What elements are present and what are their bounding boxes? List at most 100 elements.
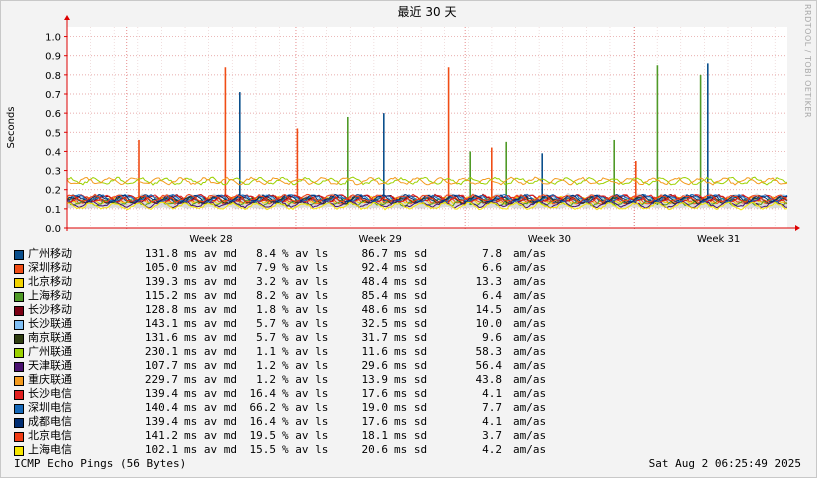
median-rtt-unit: ms av md — [184, 247, 237, 260]
legend-swatch — [14, 250, 24, 260]
am-unit: am/as — [513, 261, 547, 274]
median-rtt-value: 140.4 — [144, 401, 178, 414]
y-axis-label: Seconds — [6, 106, 17, 148]
loss-unit: % av ls — [282, 317, 329, 330]
stddev-unit: ms sd — [394, 443, 428, 456]
median-rtt-unit: ms av md — [184, 443, 237, 456]
x-tick-label: Week 31 — [697, 234, 740, 245]
am-value: 4.1 — [482, 387, 502, 400]
legend-target-name: 天津联通 — [28, 359, 72, 372]
legend-target-name: 上海电信 — [28, 443, 72, 456]
legend-swatch — [14, 362, 24, 372]
y-tick-label: 0.1 — [45, 205, 61, 216]
y-tick-label: 0.8 — [45, 71, 61, 82]
median-rtt-unit: ms av md — [184, 359, 237, 372]
loss-value: 8.2 — [256, 289, 276, 302]
y-tick-label: 0.7 — [45, 90, 61, 101]
y-tick-label: 0.5 — [45, 128, 61, 139]
am-unit: am/as — [513, 429, 547, 442]
ping-chart: 0.0 0.1 0.2 0.3 0.4 0.5 0.6 0.7 0.8 0.9 1.0 Week 28… — [6, 5, 800, 245]
legend-target-name: 北京电信 — [28, 429, 72, 442]
am-value: 10.0 — [475, 317, 503, 330]
stddev-unit: ms sd — [394, 275, 428, 288]
legend-target-name: 北京移动 — [28, 275, 72, 288]
x-tick-label: Week 28 — [189, 234, 232, 245]
median-rtt-value: 139.3 — [144, 275, 178, 288]
am-unit: am/as — [513, 247, 547, 260]
loss-unit: % av ls — [282, 373, 329, 386]
loss-value: 16.4 — [249, 387, 277, 400]
legend-swatch — [14, 278, 24, 288]
stddev-unit: ms sd — [394, 303, 428, 316]
loss-unit: % av ls — [282, 289, 329, 302]
am-unit: am/as — [513, 317, 547, 330]
x-tick-label: Week 30 — [528, 234, 571, 245]
am-value: 58.3 — [475, 345, 503, 358]
x-axis-arrow — [795, 225, 800, 231]
legend-swatch — [14, 264, 24, 274]
am-unit: am/as — [513, 415, 547, 428]
rrdtool-watermark: RRDTOOL / TOBI OETIKER — [803, 4, 812, 119]
y-tick-label: 0.9 — [45, 52, 61, 63]
stddev-unit: ms sd — [394, 401, 428, 414]
am-value: 13.3 — [475, 275, 503, 288]
am-unit: am/as — [513, 331, 547, 344]
loss-unit: % av ls — [282, 345, 329, 358]
median-rtt-unit: ms av md — [184, 289, 237, 302]
stddev-unit: ms sd — [394, 289, 428, 302]
legend-target-name: 广州联通 — [28, 345, 72, 358]
median-rtt-unit: ms av md — [184, 373, 237, 386]
stddev-value: 48.6 — [361, 303, 389, 316]
median-rtt-value: 131.6 — [144, 331, 178, 344]
loss-value: 8.4 — [256, 247, 276, 260]
loss-unit: % av ls — [282, 331, 329, 344]
stddev-unit: ms sd — [394, 429, 428, 442]
stddev-unit: ms sd — [394, 247, 428, 260]
am-value: 56.4 — [475, 359, 503, 372]
stddev-unit: ms sd — [394, 387, 428, 400]
loss-value: 3.2 — [256, 275, 276, 288]
legend-target-name: 长沙移动 — [28, 303, 72, 316]
stddev-unit: ms sd — [394, 331, 428, 344]
y-tick-label: 0.3 — [45, 167, 61, 178]
am-unit: am/as — [513, 443, 547, 456]
am-unit: am/as — [513, 387, 547, 400]
median-rtt-unit: ms av md — [184, 303, 237, 316]
stddev-unit: ms sd — [394, 317, 428, 330]
median-rtt-unit: ms av md — [184, 261, 237, 274]
legend-target-name: 深圳移动 — [28, 261, 72, 274]
am-value: 7.7 — [482, 401, 502, 414]
stddev-value: 86.7 — [361, 247, 389, 260]
x-tick-label: Week 29 — [359, 234, 402, 245]
am-value: 4.1 — [482, 415, 502, 428]
am-value: 6.6 — [482, 261, 502, 274]
legend-swatch — [14, 334, 24, 344]
stddev-value: 85.4 — [361, 289, 389, 302]
legend-swatch — [14, 390, 24, 400]
legend-swatch — [14, 446, 24, 456]
stddev-value: 18.1 — [361, 429, 389, 442]
stddev-unit: ms sd — [394, 261, 428, 274]
median-rtt-value: 139.4 — [144, 415, 178, 428]
median-rtt-value: 143.1 — [144, 317, 178, 330]
legend-target-name: 长沙联通 — [28, 317, 72, 330]
loss-value: 5.7 — [256, 317, 276, 330]
loss-unit: % av ls — [282, 429, 329, 442]
legend-swatch — [14, 376, 24, 386]
am-value: 7.8 — [482, 247, 502, 260]
stddev-value: 19.0 — [361, 401, 389, 414]
footer-probe-label: ICMP Echo Pings (56 Bytes) — [14, 457, 187, 470]
median-rtt-value: 141.2 — [144, 429, 178, 442]
median-rtt-value: 230.1 — [144, 345, 178, 358]
y-tick-label: 0.4 — [45, 147, 61, 158]
legend-swatch — [14, 306, 24, 316]
legend-target-name: 深圳电信 — [28, 401, 72, 414]
am-unit: am/as — [513, 289, 547, 302]
stddev-value: 48.4 — [361, 275, 389, 288]
median-rtt-value: 229.7 — [144, 373, 178, 386]
median-rtt-value: 139.4 — [144, 387, 178, 400]
stddev-value: 31.7 — [361, 331, 389, 344]
legend-swatch — [14, 432, 24, 442]
am-unit: am/as — [513, 359, 547, 372]
loss-unit: % av ls — [282, 415, 329, 428]
